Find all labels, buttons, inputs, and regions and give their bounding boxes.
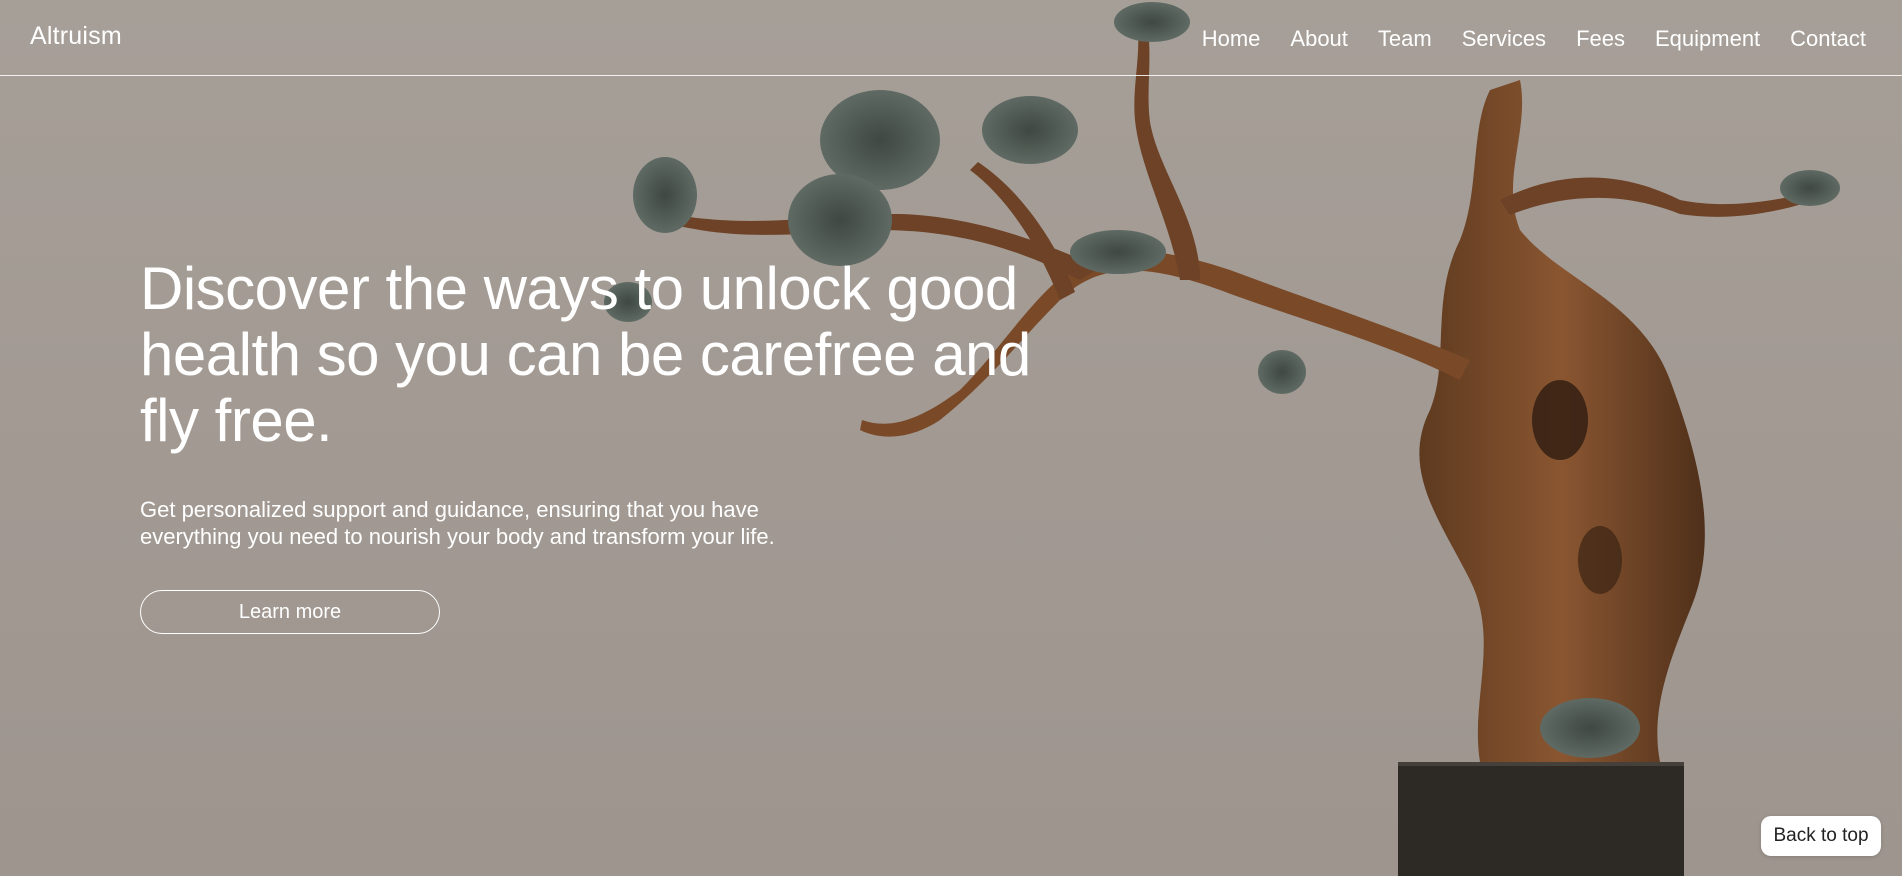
nav-fees-link[interactable]: Fees — [1576, 26, 1625, 52]
hero-section: Altruism Home About Team Services Fees E… — [0, 0, 1902, 876]
nav-team-link[interactable]: Team — [1378, 26, 1432, 52]
brand-logo[interactable]: Altruism — [30, 22, 122, 51]
main-nav: Home About Team Services Fees Equipment … — [1172, 26, 1866, 52]
nav-about-link[interactable]: About — [1290, 26, 1348, 52]
nav-contact-link[interactable]: Contact — [1790, 26, 1866, 52]
hero-subtext: Get personalized support and guidance, e… — [140, 497, 775, 549]
nav-home-link[interactable]: Home — [1202, 26, 1261, 52]
site-header: Altruism Home About Team Services Fees E… — [0, 0, 1902, 76]
hero-headline: Discover the ways to unlock good health … — [140, 255, 1031, 454]
learn-more-button[interactable]: Learn more — [140, 590, 440, 634]
nav-services-link[interactable]: Services — [1462, 26, 1546, 52]
nav-equipment-link[interactable]: Equipment — [1655, 26, 1760, 52]
back-to-top-button[interactable]: Back to top — [1761, 816, 1881, 856]
